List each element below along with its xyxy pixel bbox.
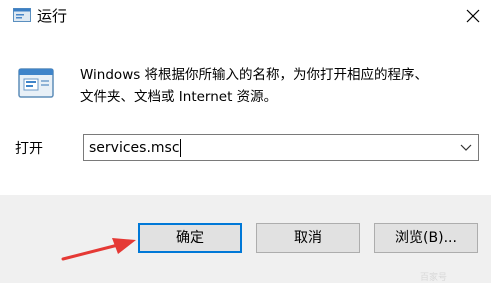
ok-button[interactable]: 确定 [138,223,242,253]
description-line-2: 文件夹、文档或 Internet 资源。 [80,89,278,105]
open-input[interactable] [84,135,444,160]
description-line-1: Windows 将根据你所输入的名称，为你打开相应的程序、 [80,67,429,83]
red-arrow-icon [61,238,136,261]
run-program-icon [16,64,56,102]
cancel-button[interactable]: 取消 [256,223,360,253]
run-dialog: 运行 Windows 将根据你所输入的名称，为你打开相应的程序、 文件夹、文档或… [0,0,491,283]
title-bar: 运行 [0,0,491,34]
run-icon [13,7,31,23]
text-caret [180,139,181,157]
open-label: 打开 [15,141,43,157]
watermark: 百家号 [420,273,448,283]
description: Windows 将根据你所输入的名称，为你打开相应的程序、 文件夹、文档或 In… [80,64,480,108]
open-combobox[interactable] [83,134,479,161]
close-icon [466,9,480,23]
browse-button[interactable]: 浏览(B)... [374,223,478,253]
window-title: 运行 [37,7,68,25]
chevron-down-icon[interactable] [460,143,472,153]
close-button[interactable] [455,0,491,32]
